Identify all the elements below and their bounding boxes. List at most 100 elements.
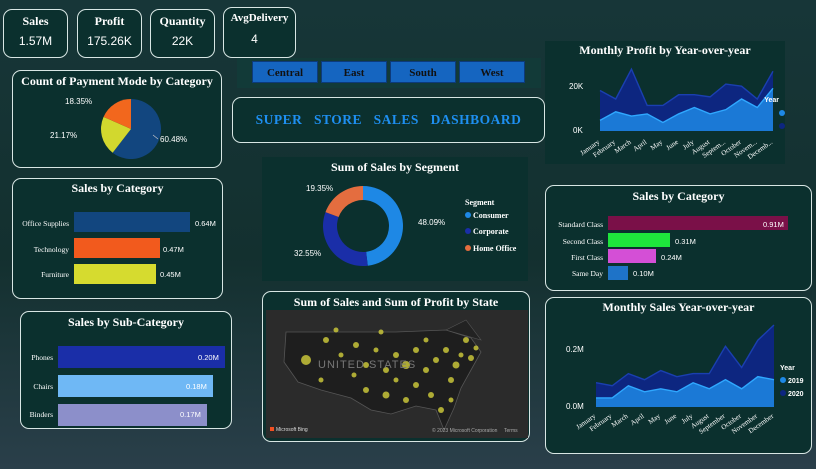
region-button-west[interactable]: West: [459, 61, 525, 83]
map-bubble[interactable]: [458, 352, 464, 358]
map-bubble[interactable]: [438, 407, 444, 413]
region-button-south[interactable]: South: [390, 61, 456, 83]
map-bubble[interactable]: [382, 391, 390, 399]
monthly-profit-area-chart: 20K 0K JanuaryFebruaryMarch April May June J…: [569, 67, 785, 161]
legend-item[interactable]: Consumer: [473, 211, 509, 220]
segment-donut-chart: 48.09% 32.55% 19.35% Segment Consumer Co…: [294, 184, 517, 266]
panel-title: Sales by Category: [632, 189, 725, 203]
x-tick: May: [647, 412, 663, 426]
map-bubble[interactable]: [463, 337, 469, 343]
bar-value: 0.45M: [160, 270, 181, 279]
map-bubble[interactable]: [338, 352, 344, 358]
donut-label-homeoffice: 19.35%: [306, 184, 333, 193]
y-tick: 0.0M: [566, 402, 584, 411]
monthly-sales-area-chart: 0.2M 0.0M JanuaryFebruaryMarch April May Ju…: [566, 324, 804, 436]
bar-label: Binders: [29, 410, 53, 419]
panel-title: Sales by Sub-Category: [67, 315, 184, 329]
bar-value: 0.91M: [763, 220, 784, 229]
y-tick: 0K: [573, 126, 583, 135]
kpi-value: 4: [251, 32, 258, 46]
legend-dot-2019: [780, 377, 786, 383]
kpi-value: 175.26K: [87, 34, 132, 48]
bar-value: 0.18M: [186, 382, 207, 391]
y-tick: 20K: [569, 82, 584, 91]
payment-mode-panel: Count of Payment Mode by Category 60.48%…: [12, 70, 222, 168]
bar-value: 0.64M: [195, 219, 216, 228]
kpi-card-sales[interactable]: Sales 1.57M: [3, 9, 68, 58]
bar-office-supplies[interactable]: [74, 212, 190, 232]
bar-value: 0.47M: [163, 245, 184, 254]
monthly-profit-panel: Monthly Profit by Year-over-year 20K 0K …: [545, 41, 785, 164]
dashboard-title-card: SUPER STORE SALES DASHBOARD: [232, 97, 545, 143]
x-tick: March: [610, 412, 630, 429]
kpi-card-profit[interactable]: Profit 175.26K: [77, 9, 142, 58]
us-map[interactable]: UNITED STATES Microsoft Bing © 2023 Micr…: [266, 310, 528, 438]
map-bubble[interactable]: [448, 377, 454, 383]
map-bubble[interactable]: [423, 337, 429, 343]
legend-item[interactable]: 2020: [788, 391, 804, 398]
country-label: UNITED STATES: [318, 359, 416, 371]
slice-1[interactable]: [323, 212, 368, 266]
map-bubble[interactable]: [452, 361, 460, 369]
map-bubble[interactable]: [373, 347, 379, 353]
panel-title: Sales by Category: [71, 181, 164, 195]
map-bubble[interactable]: [448, 397, 454, 403]
slice-0[interactable]: [363, 186, 403, 266]
map-bubble[interactable]: [393, 377, 399, 383]
map-bubble[interactable]: [413, 347, 419, 353]
bar-furniture[interactable]: [74, 264, 156, 284]
map-bubble[interactable]: [323, 337, 329, 343]
legend-item[interactable]: 2019: [788, 378, 804, 385]
map-bubble[interactable]: [353, 342, 359, 348]
bar-label: Second Class: [562, 237, 603, 246]
map-bubble[interactable]: [403, 397, 409, 403]
bar-value: 0.31M: [675, 237, 696, 246]
legend-dot-consumer: [465, 212, 471, 218]
map-bubble[interactable]: [333, 327, 339, 333]
map-terms-link[interactable]: Terms: [504, 428, 518, 434]
bar-technology[interactable]: [74, 238, 160, 258]
bar-label: Same Day: [571, 269, 603, 278]
kpi-card-avgdelivery[interactable]: AvgDelivery 4: [223, 7, 296, 58]
map-bubble[interactable]: [378, 329, 384, 335]
map-bubble[interactable]: [443, 347, 449, 353]
sales-by-category-panel: Sales by Category Office Supplies 0.64M …: [12, 178, 223, 299]
map-bubble[interactable]: [468, 355, 474, 361]
bar-standard-class[interactable]: [608, 216, 788, 230]
bar-second-class[interactable]: [608, 233, 670, 247]
map-bubble[interactable]: [413, 382, 419, 388]
bar-first-class[interactable]: [608, 249, 656, 263]
legend-dot-homeoffice: [465, 245, 471, 251]
pie-label-18: 18.35%: [65, 97, 92, 106]
kpi-value: 22K: [171, 34, 194, 48]
legend-dot-2020: [780, 390, 786, 396]
pie-label-60: 60.48%: [160, 135, 187, 144]
donut-label-consumer: 48.09%: [418, 218, 445, 227]
kpi-label: Profit: [94, 14, 125, 28]
bar-same-day[interactable]: [608, 266, 628, 280]
map-bubble[interactable]: [393, 352, 399, 358]
map-bubble[interactable]: [428, 392, 434, 398]
map-bubble[interactable]: [433, 357, 439, 363]
legend-item[interactable]: Home Office: [473, 244, 517, 253]
map-bubble[interactable]: [423, 367, 429, 373]
map-bubble[interactable]: [318, 377, 324, 383]
kpi-card-quantity[interactable]: Quantity 22K: [150, 9, 215, 58]
kpi-label: AvgDelivery: [230, 12, 289, 24]
x-tick: April: [629, 412, 646, 427]
bar-label: Furniture: [41, 270, 69, 279]
legend-title: Segment: [465, 198, 495, 207]
region-button-east[interactable]: East: [321, 61, 387, 83]
region-slicer: Central East South West: [237, 58, 541, 88]
region-button-central[interactable]: Central: [252, 61, 318, 83]
map-bubble[interactable]: [301, 355, 311, 365]
legend-title: Year: [764, 97, 779, 104]
legend-item[interactable]: Corporate: [473, 227, 509, 236]
map-bubble[interactable]: [473, 345, 479, 351]
kpi-value: 1.57M: [18, 34, 53, 48]
x-tick: June: [665, 138, 680, 152]
map-bubble[interactable]: [351, 372, 357, 378]
map-bubble[interactable]: [363, 387, 369, 393]
bar-value: 0.24M: [661, 253, 682, 262]
bar-value: 0.17M: [180, 410, 201, 419]
